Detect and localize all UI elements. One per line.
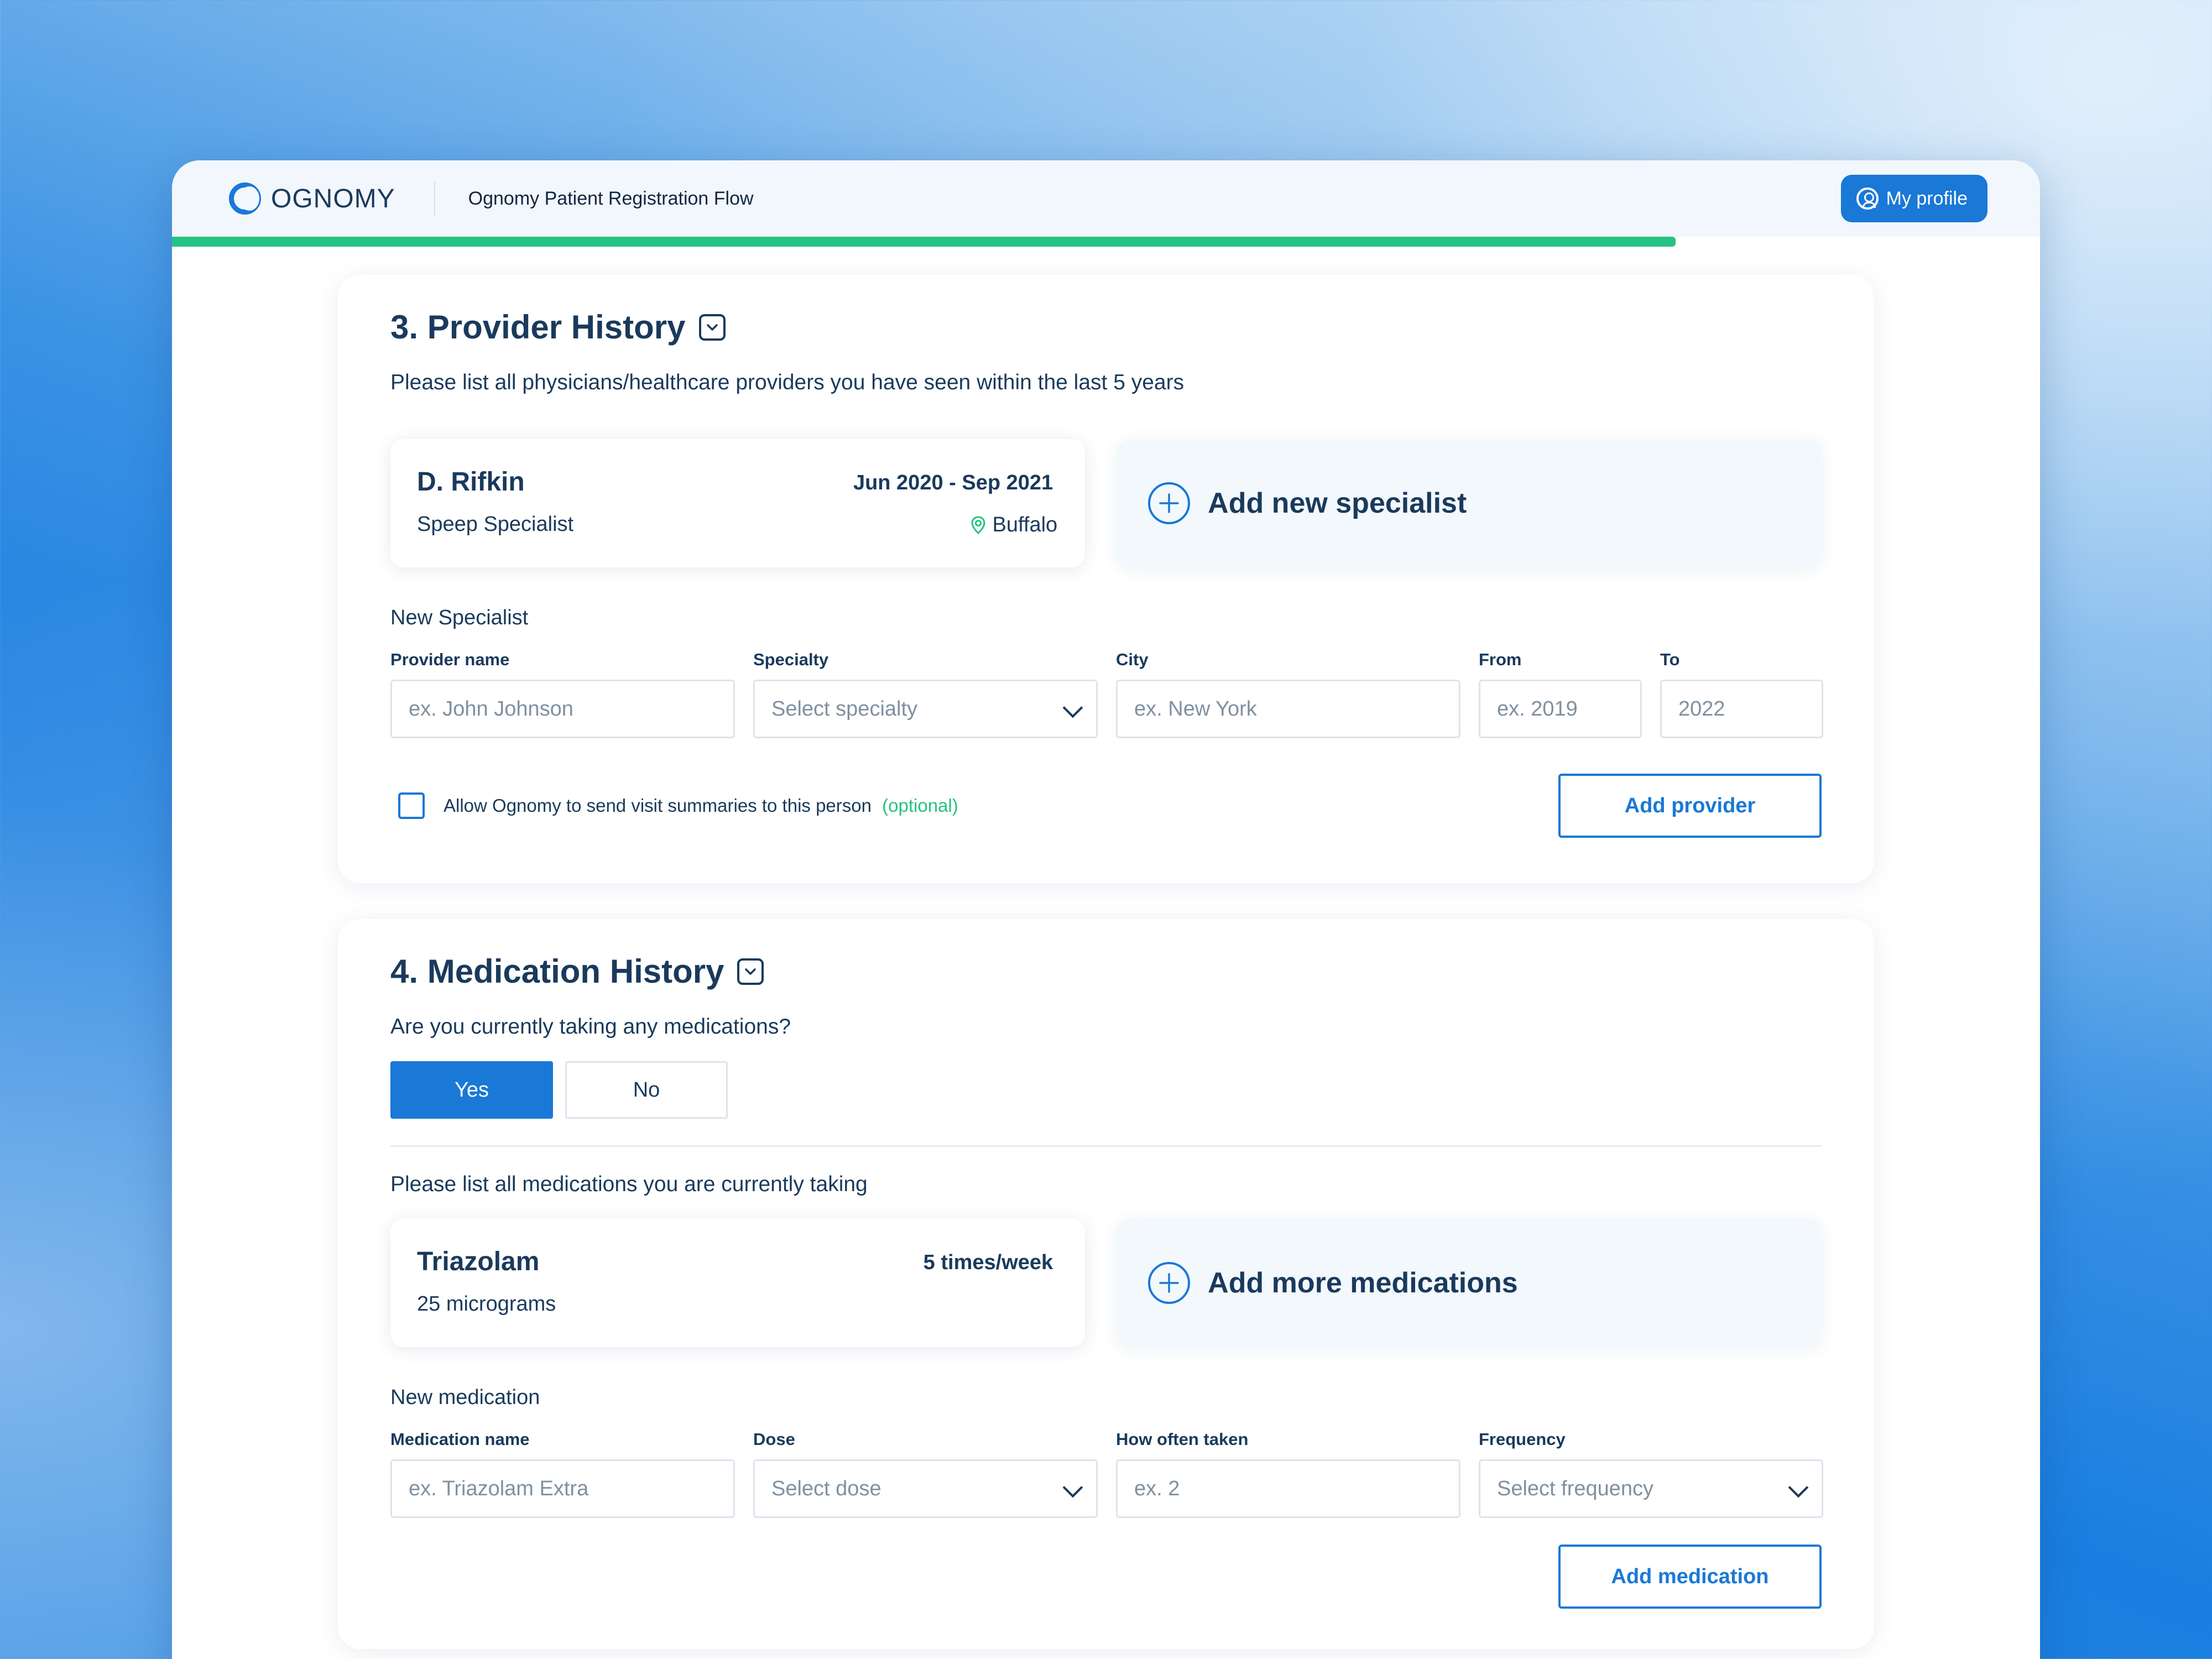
medication-name-input[interactable]: ex. Triazolam Extra xyxy=(390,1459,735,1518)
specialty-select[interactable]: Select specialty xyxy=(753,680,1098,738)
logo-text: OGNOMY xyxy=(271,184,395,213)
logo[interactable]: OGNOMY xyxy=(229,182,395,215)
how-often-input[interactable]: ex. 2 xyxy=(1116,1459,1460,1518)
to-input[interactable]: 2022 xyxy=(1660,680,1823,738)
add-more-medications-label: Add more medications xyxy=(1208,1267,1518,1299)
frequency-field: Frequency Select frequency xyxy=(1479,1430,1823,1518)
user-circle-icon xyxy=(1856,187,1879,210)
add-more-medications-button[interactable]: Add more medications xyxy=(1117,1219,1822,1347)
medication-frequency: 5 times/week xyxy=(923,1251,1053,1274)
to-label: To xyxy=(1660,650,1680,669)
city-input[interactable]: ex. New York xyxy=(1116,680,1460,738)
add-medication-button[interactable]: Add medication xyxy=(1558,1545,1822,1609)
medication-card[interactable]: Triazolam 25 micrograms 5 times/week xyxy=(390,1219,1086,1347)
frequency-label: Frequency xyxy=(1479,1430,1566,1449)
yes-button[interactable]: Yes xyxy=(390,1061,553,1119)
plus-circle-icon xyxy=(1148,482,1191,524)
chevron-down-icon xyxy=(1063,1480,1079,1497)
consent-row: Allow Ognomy to send visit summaries to … xyxy=(390,792,958,819)
to-placeholder: 2022 xyxy=(1678,697,1725,721)
specialty-placeholder: Select specialty xyxy=(771,697,918,721)
provider-specialty: Speep Specialist xyxy=(417,513,574,536)
new-medication-heading: New medication xyxy=(390,1386,540,1409)
my-profile-button[interactable]: My profile xyxy=(1840,175,1987,222)
how-often-label: How often taken xyxy=(1116,1430,1249,1449)
city-field: City ex. New York xyxy=(1116,650,1460,738)
app-window: OGNOMY Ognomy Patient Registration Flow … xyxy=(172,160,2040,1659)
from-input[interactable]: ex. 2019 xyxy=(1479,680,1642,738)
medication-history-card: 4. Medication History Are you currently … xyxy=(338,919,1874,1649)
provider-description: Please list all physicians/healthcare pr… xyxy=(390,371,1185,394)
from-placeholder: ex. 2019 xyxy=(1497,697,1578,721)
dose-label: Dose xyxy=(753,1430,795,1449)
medication-dose: 25 micrograms xyxy=(417,1292,556,1316)
provider-history-heading: 3. Provider History xyxy=(390,309,686,346)
medication-name-field: Medication name ex. Triazolam Extra xyxy=(390,1430,735,1518)
provider-name-input[interactable]: ex. John Johnson xyxy=(390,680,735,738)
medication-history-title[interactable]: 4. Medication History xyxy=(390,952,1822,990)
from-field: From ex. 2019 xyxy=(1479,650,1642,738)
consent-text: Allow Ognomy to send visit summaries to … xyxy=(444,795,872,816)
provider-history-title[interactable]: 3. Provider History xyxy=(390,308,1822,346)
progress-bar xyxy=(172,237,2040,247)
chevron-down-icon xyxy=(1788,1480,1805,1497)
provider-dates: Jun 2020 - Sep 2021 xyxy=(853,471,1053,494)
medication-question: Are you currently taking any medications… xyxy=(390,1015,791,1039)
header-divider xyxy=(434,181,435,216)
frequency-select[interactable]: Select frequency xyxy=(1479,1459,1823,1518)
top-bar: OGNOMY Ognomy Patient Registration Flow … xyxy=(172,160,2040,237)
add-new-specialist-label: Add new specialist xyxy=(1208,487,1467,519)
city-placeholder: ex. New York xyxy=(1134,697,1257,721)
provider-tiles: D. Rifkin Speep Specialist Jun 2020 - Se… xyxy=(390,439,1822,567)
medication-tiles: Triazolam 25 micrograms 5 times/week Add… xyxy=(390,1219,1822,1347)
medication-list-prompt: Please list all medications you are curr… xyxy=(390,1172,868,1196)
chevron-down-icon xyxy=(1063,701,1079,717)
medication-yes-no: Yes No xyxy=(390,1061,1822,1119)
new-medication-form: Medication name ex. Triazolam Extra Dose… xyxy=(390,1430,1823,1518)
new-specialist-form: Provider name ex. John Johnson Specialty… xyxy=(390,650,1823,738)
plus-circle-icon xyxy=(1148,1262,1191,1304)
collapse-chevron-icon[interactable] xyxy=(698,314,726,341)
how-often-field: How often taken ex. 2 xyxy=(1116,1430,1460,1518)
medication-actions: Add medication xyxy=(390,1545,1822,1609)
provider-card[interactable]: D. Rifkin Speep Specialist Jun 2020 - Se… xyxy=(390,439,1086,567)
provider-name-field: Provider name ex. John Johnson xyxy=(390,650,735,738)
add-new-specialist-button[interactable]: Add new specialist xyxy=(1117,439,1822,567)
logo-icon xyxy=(229,182,261,215)
consent-label: Allow Ognomy to send visit summaries to … xyxy=(444,795,958,816)
new-specialist-heading: New Specialist xyxy=(390,606,529,629)
city-label: City xyxy=(1116,650,1149,669)
medication-name-label: Medication name xyxy=(390,1430,530,1449)
frequency-placeholder: Select frequency xyxy=(1497,1477,1654,1500)
provider-location: Buffalo xyxy=(971,513,1058,537)
provider-history-card: 3. Provider History Please list all phys… xyxy=(338,275,1874,883)
from-label: From xyxy=(1479,650,1522,669)
no-button[interactable]: No xyxy=(565,1061,728,1119)
section-divider xyxy=(390,1145,1822,1147)
specialty-field: Specialty Select specialty xyxy=(753,650,1098,738)
medication-history-heading: 4. Medication History xyxy=(390,953,724,990)
progress-bar-fill xyxy=(172,237,1676,247)
consent-checkbox[interactable] xyxy=(398,792,425,819)
specialty-label: Specialty xyxy=(753,650,829,669)
provider-name-placeholder: ex. John Johnson xyxy=(409,697,573,721)
medication-name-placeholder: ex. Triazolam Extra xyxy=(409,1477,589,1500)
dose-select[interactable]: Select dose xyxy=(753,1459,1098,1518)
collapse-chevron-icon[interactable] xyxy=(737,958,764,985)
location-pin-icon xyxy=(971,515,986,535)
consent-optional: (optional) xyxy=(882,795,958,816)
provider-name-label: Provider name xyxy=(390,650,510,669)
dose-field: Dose Select dose xyxy=(753,1430,1098,1518)
dose-placeholder: Select dose xyxy=(771,1477,881,1500)
provider-city: Buffalo xyxy=(992,513,1058,536)
to-field: To 2022 xyxy=(1660,650,1823,738)
how-often-placeholder: ex. 2 xyxy=(1134,1477,1180,1500)
add-provider-button[interactable]: Add provider xyxy=(1558,774,1822,838)
flow-title: Ognomy Patient Registration Flow xyxy=(468,187,754,209)
my-profile-label: My profile xyxy=(1886,187,1968,209)
provider-actions: Allow Ognomy to send visit summaries to … xyxy=(390,774,1822,838)
